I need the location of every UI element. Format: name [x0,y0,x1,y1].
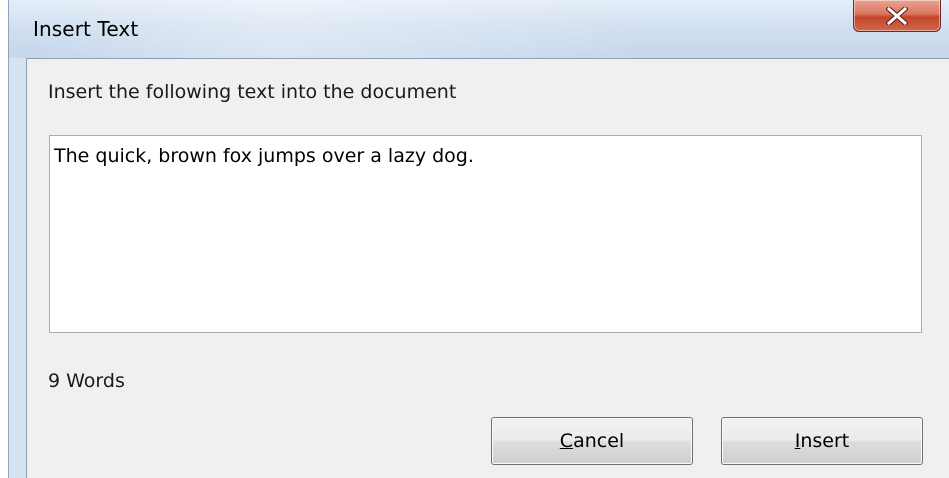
cancel-label-rest: ancel [573,430,625,452]
text-input-area[interactable]: The quick, brown fox jumps over a lazy d… [49,135,922,333]
cancel-accelerator: C [559,430,574,452]
window-title: Insert Text [33,17,139,41]
prompt-label: Insert the following text into the docum… [48,81,457,103]
word-count-label: 9 Words [48,370,125,392]
close-button[interactable] [853,0,941,32]
insert-button[interactable]: Insert [721,417,923,465]
insert-label-rest: nsert [800,430,850,452]
title-bar[interactable]: Insert Text [9,0,949,58]
dialog-client-area: Insert the following text into the docum… [26,58,949,478]
cancel-button[interactable]: Cancel [491,417,693,465]
insert-text-dialog: Insert Text Insert the following text in… [0,0,949,478]
close-icon [886,6,908,25]
